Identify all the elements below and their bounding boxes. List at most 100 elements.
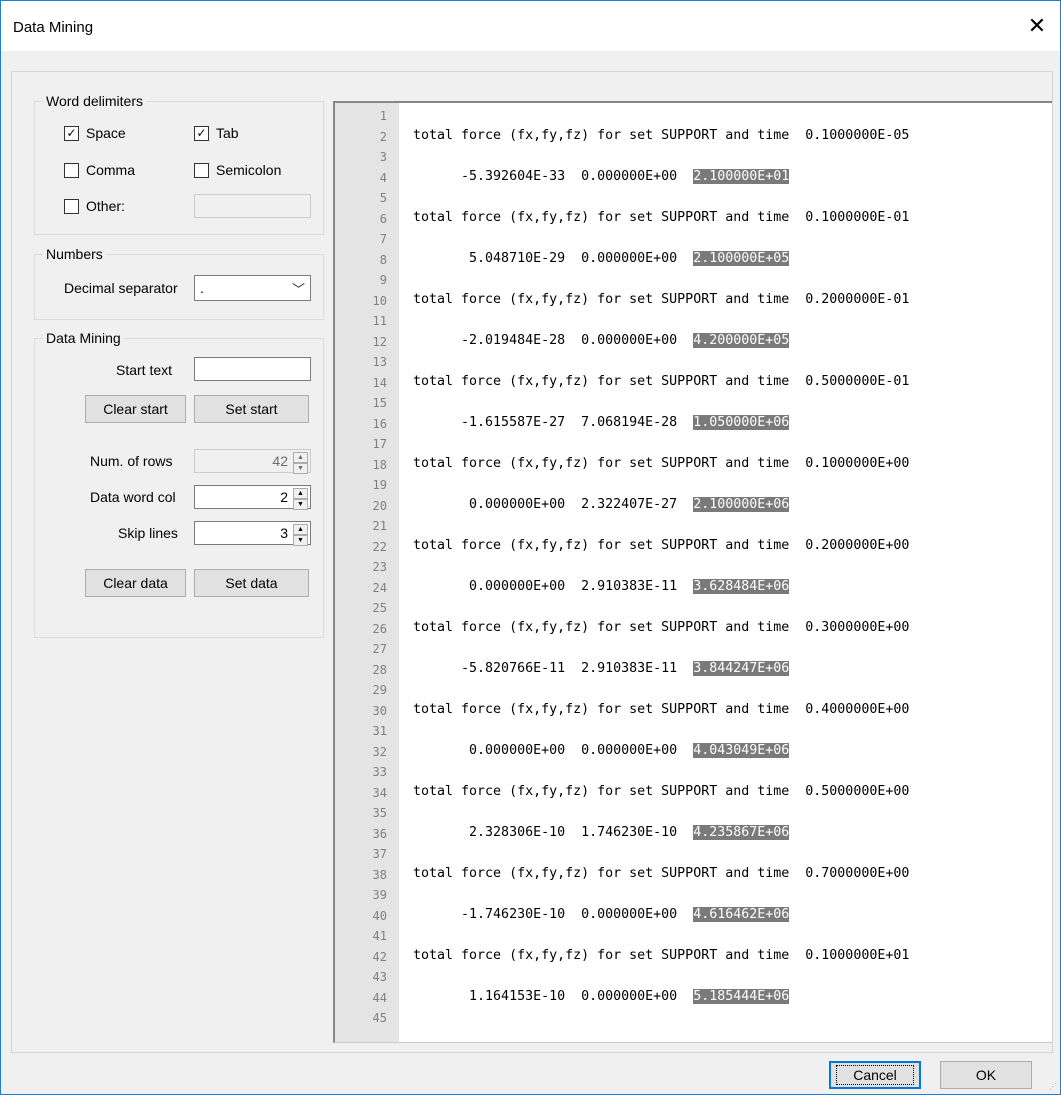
line-number: 32 <box>372 744 387 759</box>
num-rows-arrows[interactable]: ▲ ▼ <box>293 452 308 474</box>
semicolon-check-box[interactable] <box>194 162 209 178</box>
line-number: 29 <box>372 683 387 697</box>
force-components: 0.000000E+00 2.322407E-27 <box>413 496 694 512</box>
down-arrow-icon[interactable]: ▼ <box>293 463 308 474</box>
data-mining-dialog: Data Mining ✕ Word delimiters ✓ Space ✓ Ta… <box>0 0 1061 1095</box>
up-arrow-icon[interactable]: ▲ <box>293 524 308 535</box>
header-line: total force (fx,fy,fz) for set SUPPORT a… <box>413 948 909 963</box>
line-number: 34 <box>372 785 387 800</box>
line-number: 45 <box>372 1011 387 1025</box>
header-line: total force (fx,fy,fz) for set SUPPORT a… <box>413 538 909 553</box>
header-text: total force (fx,fy,fz) for set SUPPORT a… <box>413 127 790 143</box>
value-line: -1.746230E-10 0.000000E+00 4.616462E+06 <box>413 906 790 922</box>
time-value: 0.1000000E+01 <box>805 947 910 963</box>
line-number: 27 <box>372 642 387 656</box>
down-arrow-icon[interactable]: ▼ <box>293 535 308 546</box>
line-number: 20 <box>372 498 387 513</box>
force-components: -2.019484E-28 0.000000E+00 <box>413 332 694 348</box>
header-text: total force (fx,fy,fz) for set SUPPORT a… <box>413 865 790 881</box>
header-line: total force (fx,fy,fz) for set SUPPORT a… <box>413 784 909 799</box>
semicolon-checkbox[interactable]: Semicolon <box>194 162 281 178</box>
line-number: 17 <box>372 437 387 451</box>
line-number: 23 <box>372 560 387 574</box>
other-delimiter-input[interactable] <box>194 194 311 218</box>
value-line: 5.048710E-29 0.000000E+00 2.100000E+05 <box>413 250 790 266</box>
time-value: 0.4000000E+00 <box>805 701 910 717</box>
time-value: 0.1000000E-01 <box>805 209 910 225</box>
down-arrow-icon[interactable]: ▼ <box>293 499 308 510</box>
selected-data-word: 3.628484E+06 <box>693 578 790 594</box>
header-text: total force (fx,fy,fz) for set SUPPORT a… <box>413 783 790 799</box>
line-number: 41 <box>372 929 387 943</box>
tab-checkbox[interactable]: ✓ Tab <box>194 125 239 141</box>
line-number: 28 <box>372 662 387 677</box>
force-components: 5.048710E-29 0.000000E+00 <box>413 250 694 266</box>
other-check-box[interactable] <box>64 198 79 214</box>
decimal-separator-select[interactable]: . ﹀ <box>194 275 311 301</box>
set-data-button[interactable]: Set data <box>194 569 309 597</box>
value-line: -2.019484E-28 0.000000E+00 4.200000E+05 <box>413 332 790 348</box>
up-arrow-icon[interactable]: ▲ <box>293 452 308 463</box>
comma-checkbox[interactable]: Comma <box>64 162 135 178</box>
clear-start-button[interactable]: Clear start <box>85 395 186 423</box>
line-number: 7 <box>379 232 387 246</box>
header-text: total force (fx,fy,fz) for set SUPPORT a… <box>413 947 790 963</box>
comma-check-box[interactable] <box>64 162 79 178</box>
data-word-col-stepper[interactable]: 2 ▲ ▼ <box>194 485 311 510</box>
cancel-button[interactable]: Cancel <box>829 1061 921 1089</box>
data-word-col-value: 2 <box>280 489 288 505</box>
numbers-title: Numbers <box>43 246 106 262</box>
header-text: total force (fx,fy,fz) for set SUPPORT a… <box>413 373 790 389</box>
header-text: total force (fx,fy,fz) for set SUPPORT a… <box>413 701 790 717</box>
num-rows-value: 42 <box>272 453 288 469</box>
other-checkbox[interactable]: Other: <box>64 198 125 214</box>
decimal-separator-label: Decimal separator <box>64 280 178 296</box>
value-line: 1.164153E-10 0.000000E+00 5.185444E+06 <box>413 988 790 1004</box>
close-icon[interactable]: ✕ <box>1014 1 1060 51</box>
space-check-box[interactable]: ✓ <box>64 125 79 141</box>
line-number: 33 <box>372 765 387 779</box>
line-number: 36 <box>372 826 387 841</box>
force-components: -1.615587E-27 7.068194E-28 <box>413 414 694 430</box>
set-start-button[interactable]: Set start <box>194 395 309 423</box>
force-components: -1.746230E-10 0.000000E+00 <box>413 906 694 922</box>
line-number: 21 <box>372 519 387 533</box>
tab-check-box[interactable]: ✓ <box>194 125 209 141</box>
value-line: 0.000000E+00 2.910383E-11 3.628484E+06 <box>413 578 790 594</box>
header-text: total force (fx,fy,fz) for set SUPPORT a… <box>413 291 790 307</box>
line-number: 44 <box>372 990 387 1005</box>
header-line: total force (fx,fy,fz) for set SUPPORT a… <box>413 128 909 143</box>
time-value: 0.5000000E-01 <box>805 373 910 389</box>
comma-label: Comma <box>86 162 136 178</box>
line-number: 31 <box>372 724 387 738</box>
skip-lines-stepper[interactable]: 3 ▲ ▼ <box>194 521 311 546</box>
time-value: 0.3000000E+00 <box>805 619 910 635</box>
header-line: total force (fx,fy,fz) for set SUPPORT a… <box>413 866 909 881</box>
line-number: 43 <box>372 970 387 984</box>
selected-data-word: 2.100000E+05 <box>693 250 790 266</box>
header-text: total force (fx,fy,fz) for set SUPPORT a… <box>413 209 790 225</box>
text-editor[interactable]: total force (fx,fy,fz) for set SUPPORT a… <box>399 101 1052 1043</box>
line-number: 10 <box>372 293 387 308</box>
data-word-col-arrows[interactable]: ▲ ▼ <box>293 488 308 510</box>
line-number: 1 <box>379 109 387 123</box>
header-line: total force (fx,fy,fz) for set SUPPORT a… <box>413 374 909 389</box>
header-line: total force (fx,fy,fz) for set SUPPORT a… <box>413 702 909 717</box>
line-number: 9 <box>379 273 387 287</box>
clear-data-button[interactable]: Clear data <box>85 569 186 597</box>
ok-button[interactable]: OK <box>940 1061 1032 1089</box>
value-line: 0.000000E+00 2.322407E-27 2.100000E+06 <box>413 496 790 512</box>
line-number: 30 <box>372 703 387 718</box>
force-components: 0.000000E+00 2.910383E-11 <box>413 578 694 594</box>
num-rows-stepper[interactable]: 42 ▲ ▼ <box>194 449 311 474</box>
resize-grip-icon[interactable]: ⋰ <box>1049 1082 1057 1091</box>
word-delimiters-title: Word delimiters <box>43 93 146 109</box>
header-line: total force (fx,fy,fz) for set SUPPORT a… <box>413 210 909 225</box>
line-number: 19 <box>372 478 387 492</box>
skip-lines-arrows[interactable]: ▲ ▼ <box>293 524 308 546</box>
start-text-input[interactable] <box>194 357 311 381</box>
space-checkbox[interactable]: ✓ Space <box>64 125 126 141</box>
up-arrow-icon[interactable]: ▲ <box>293 488 308 499</box>
header-line: total force (fx,fy,fz) for set SUPPORT a… <box>413 292 909 307</box>
selected-data-word: 5.185444E+06 <box>693 988 790 1004</box>
